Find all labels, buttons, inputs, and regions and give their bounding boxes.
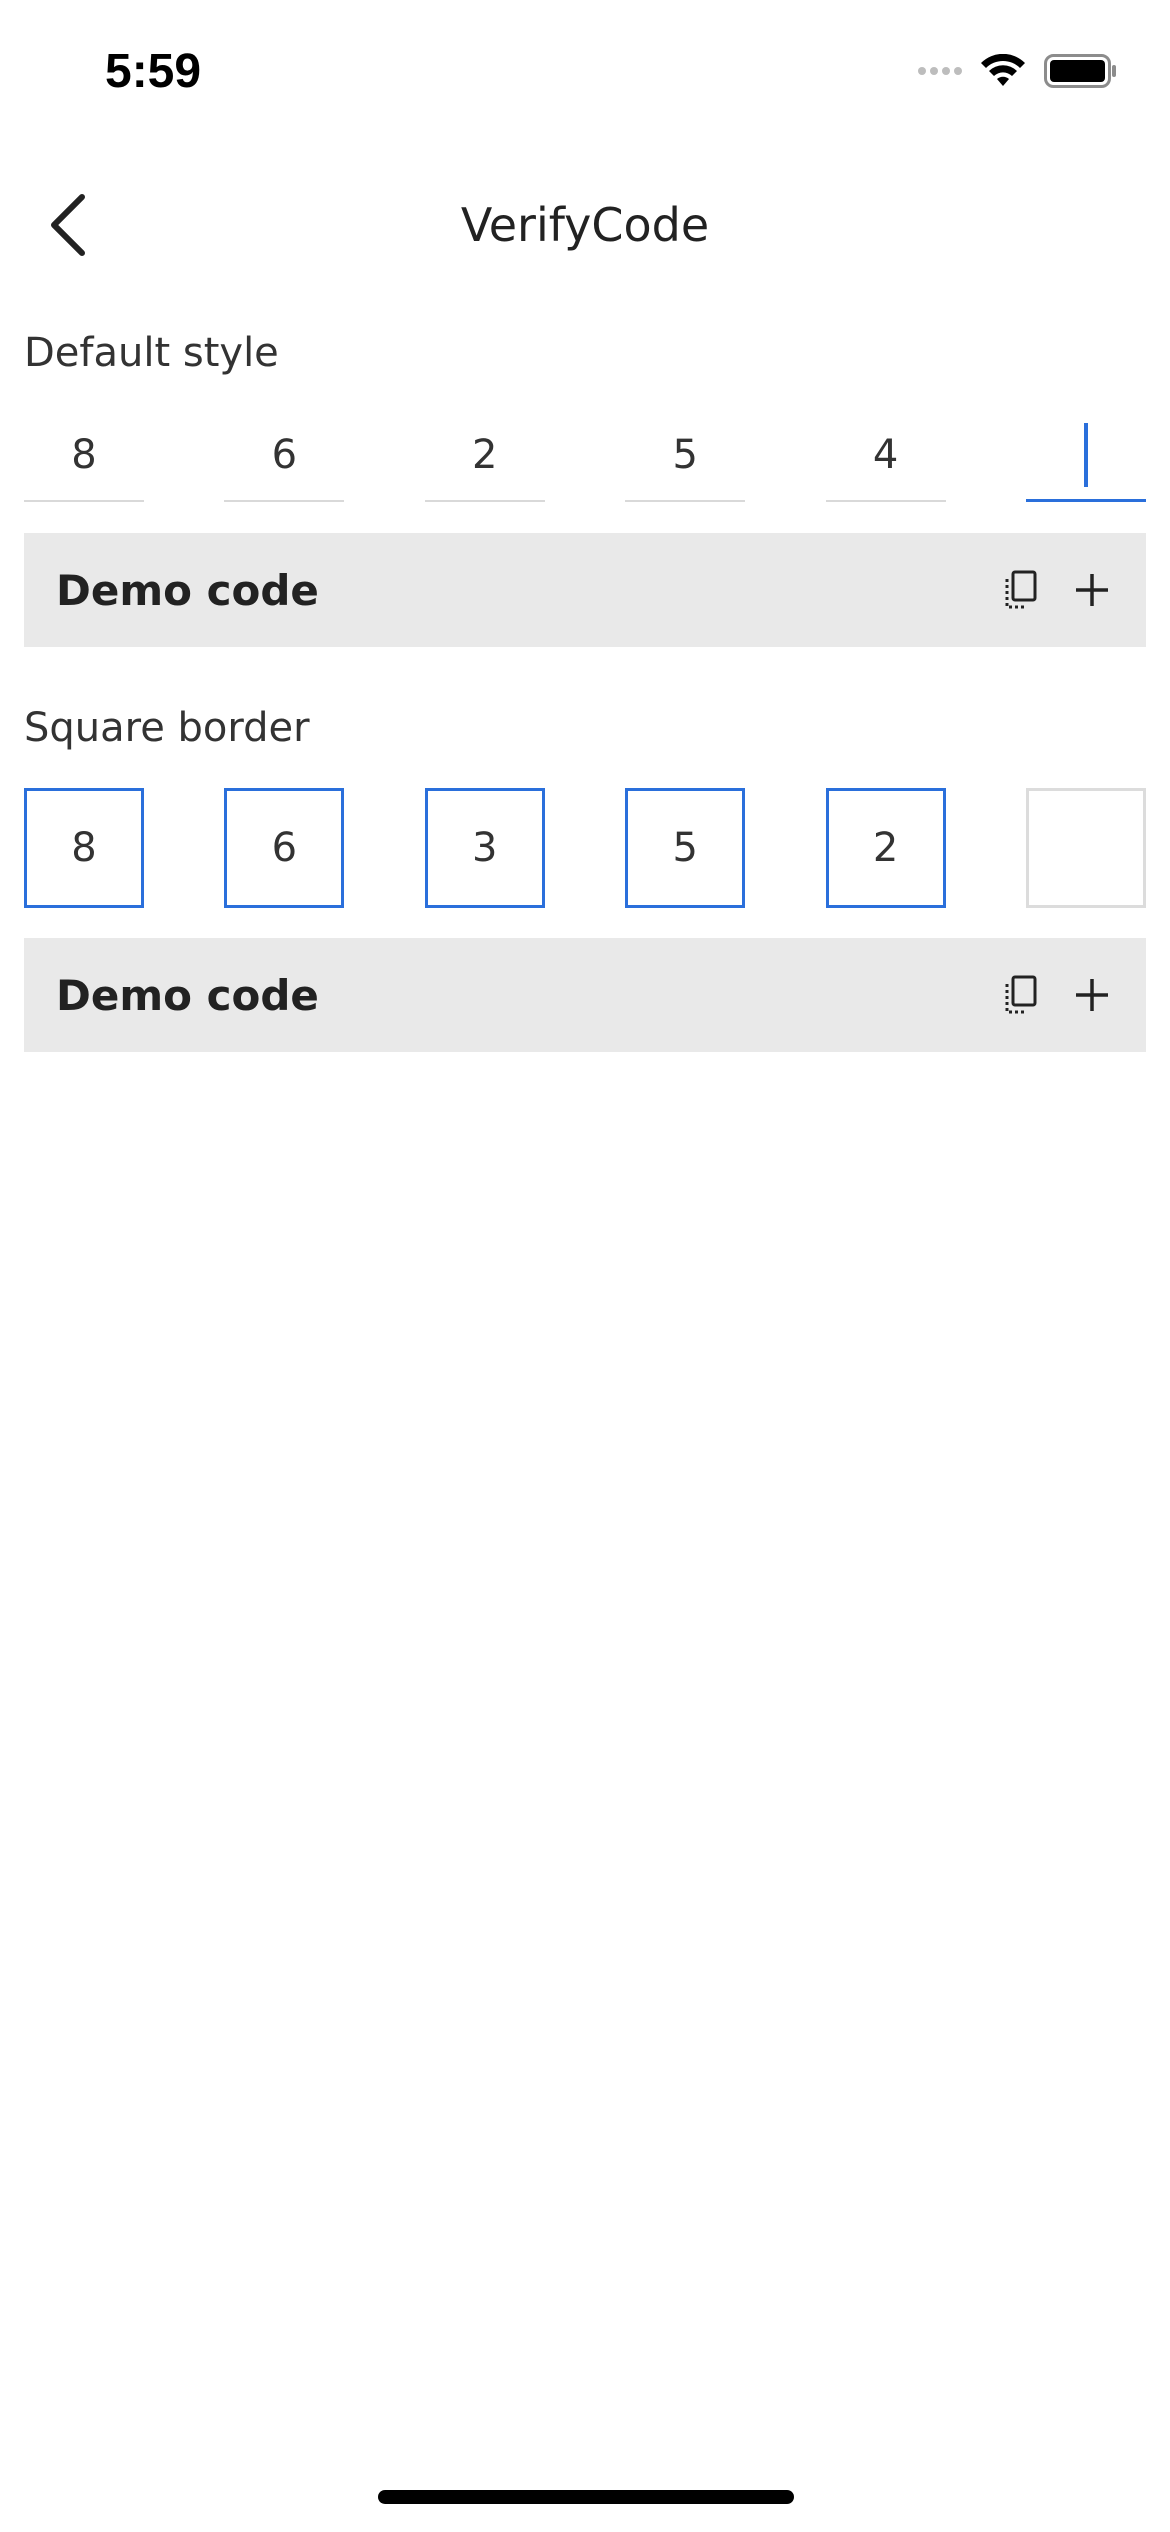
copy-button[interactable] (998, 568, 1042, 612)
code-cell[interactable]: 2 (825, 788, 946, 908)
copy-icon (1005, 975, 1037, 1014)
demo-code-label: Demo code (56, 970, 319, 1020)
copy-button[interactable] (998, 973, 1042, 1017)
demo-code-label: Demo code (56, 565, 319, 615)
code-cell[interactable]: 8 (24, 788, 144, 908)
home-indicator[interactable] (378, 2490, 794, 2504)
code-cell[interactable]: 3 (424, 788, 545, 908)
plus-icon (1076, 979, 1108, 1011)
code-cell[interactable]: 4 (825, 410, 946, 502)
status-bar: 5:59 (0, 0, 1170, 150)
code-cell[interactable]: 6 (224, 410, 345, 502)
wifi-icon (981, 54, 1025, 86)
code-cell[interactable]: 5 (625, 410, 746, 502)
code-cell[interactable]: 2 (424, 410, 545, 502)
expand-button[interactable] (1070, 973, 1114, 1017)
navigation-bar: VerifyCode (0, 150, 1170, 300)
copy-icon (1005, 570, 1037, 609)
expand-button[interactable] (1070, 568, 1114, 612)
section-title-default-style: Default style (24, 330, 279, 376)
code-cell[interactable]: 5 (625, 788, 746, 908)
status-time: 5:59 (105, 45, 202, 98)
cellular-signal-icon (918, 67, 962, 75)
demo-code-actions (998, 973, 1114, 1017)
section-title-square-border: Square border (24, 705, 310, 751)
verify-code-square-input[interactable]: 8 6 3 5 2 (24, 788, 1146, 908)
code-cell-empty[interactable] (1025, 788, 1146, 908)
code-cell[interactable]: 8 (24, 410, 144, 502)
status-icons (918, 54, 1118, 88)
text-cursor (1083, 422, 1088, 487)
page-title: VerifyCode (460, 198, 710, 252)
code-cell[interactable]: 6 (224, 788, 345, 908)
verify-code-underline-input[interactable]: 8 6 2 5 4 (24, 410, 1146, 502)
battery-icon (1044, 54, 1116, 88)
code-cell-active[interactable] (1025, 410, 1146, 502)
plus-icon (1076, 574, 1108, 606)
demo-code-bar[interactable]: Demo code (24, 533, 1146, 647)
demo-code-actions (998, 568, 1114, 612)
demo-code-bar[interactable]: Demo code (24, 938, 1146, 1052)
